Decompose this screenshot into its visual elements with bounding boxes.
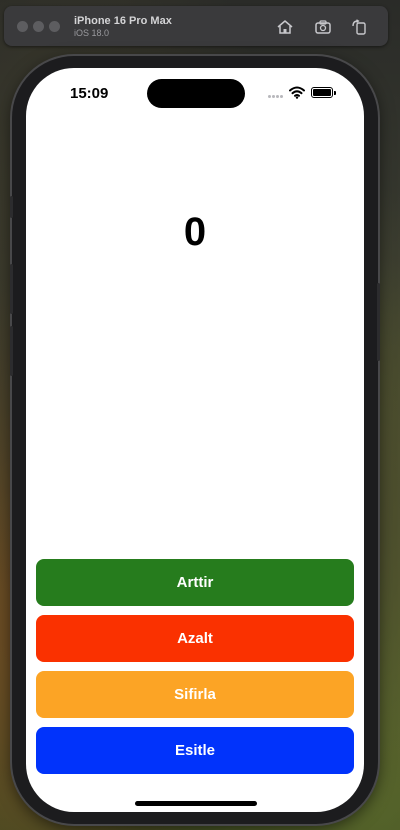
volume-up-button[interactable]: [10, 264, 13, 314]
decrement-button[interactable]: Azalt: [36, 615, 354, 662]
volume-down-button[interactable]: [10, 326, 13, 376]
reset-button[interactable]: Sifirla: [36, 671, 354, 718]
simulator-toolbar: iPhone 16 Pro Max iOS 18.0: [4, 6, 388, 46]
counter-value: 0: [183, 210, 207, 254]
home-icon[interactable]: [276, 19, 294, 35]
close-window-button[interactable]: [17, 21, 28, 32]
status-time: 15:09: [70, 85, 109, 102]
cellular-signal-icon: [268, 95, 286, 99]
screenshot-icon[interactable]: [314, 19, 332, 35]
device-name: iPhone 16 Pro Max: [74, 15, 172, 27]
wifi-icon: [289, 86, 305, 99]
minimize-window-button[interactable]: [33, 21, 44, 32]
increment-button[interactable]: Arttir: [36, 559, 354, 606]
equalize-button[interactable]: Esitle: [36, 727, 354, 774]
battery-icon: [311, 87, 336, 98]
power-button[interactable]: [377, 283, 380, 361]
rotate-icon[interactable]: [350, 19, 368, 35]
dynamic-island: [147, 79, 245, 108]
phone-screen: 15:09 0 Arttir Azalt Sifirla Esitle: [26, 68, 364, 812]
zoom-window-button[interactable]: [49, 21, 60, 32]
action-button[interactable]: [10, 196, 13, 218]
os-version: iOS 18.0: [74, 28, 110, 38]
home-indicator[interactable]: [135, 801, 257, 806]
